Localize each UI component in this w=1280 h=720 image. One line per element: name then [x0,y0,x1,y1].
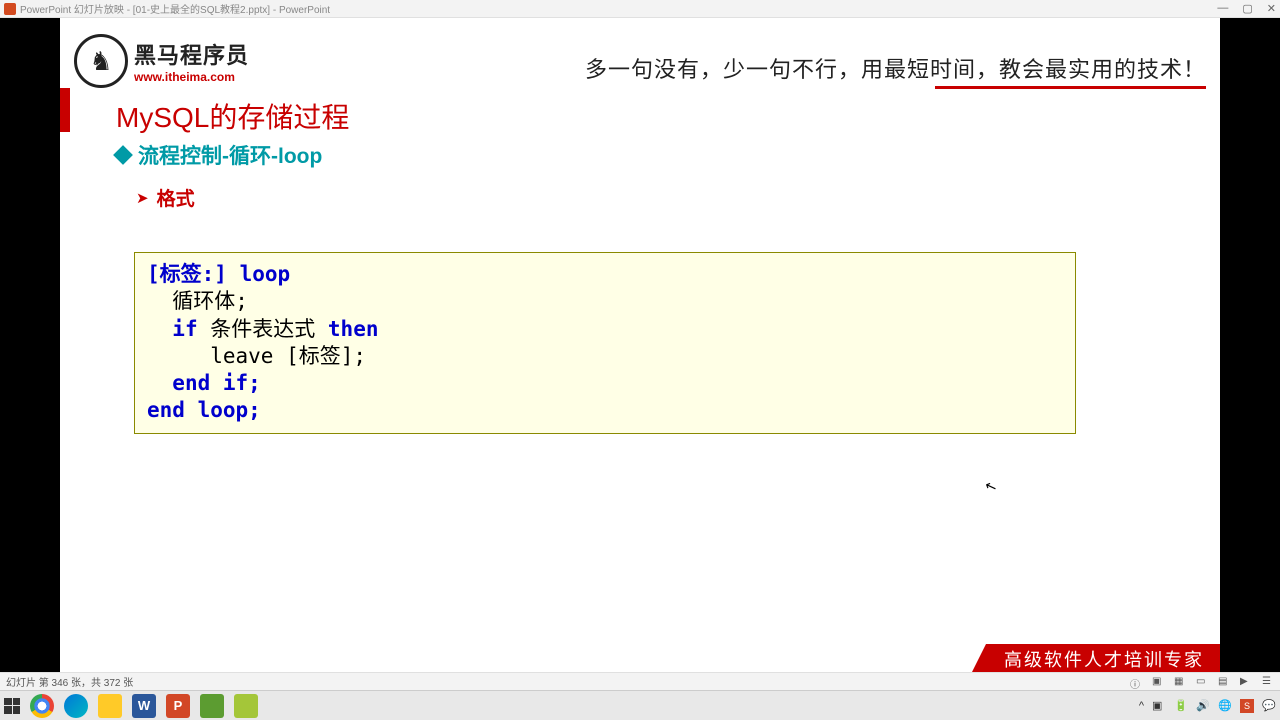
horse-logo-icon: ♞ [74,34,128,88]
minimize-button[interactable]: — [1217,2,1228,15]
file-explorer-icon[interactable] [98,694,122,718]
diamond-bullet-icon [113,145,133,165]
logo-cn: 黑马程序员 [134,38,249,70]
logo-url: www.itheima.com [134,70,249,84]
taskbar: W P ^ ▣ 🔋 🔊 🌐 S 💬 [0,690,1280,720]
reading-view-icon[interactable]: ▭ [1196,676,1208,688]
network-icon[interactable]: 🌐 [1218,699,1232,713]
notifications-icon[interactable]: 💬 [1262,699,1276,713]
slide-counter: 幻灯片 第 346 张，共 372 张 [6,674,133,689]
ime-icon[interactable]: S [1240,699,1254,713]
code-line-1: [标签:] loop [147,261,1063,288]
title-bar: PowerPoint 幻灯片放映 - [01-史上最全的SQL教程2.pptx]… [0,0,1280,18]
battery-icon[interactable]: 🔋 [1174,699,1188,713]
footer-ribbon: 高级软件人才培训专家 [972,644,1220,672]
logo-block: ♞ 黑马程序员 www.itheima.com [74,34,249,88]
code-line-3: if 条件表达式 then [147,316,1063,343]
maximize-button[interactable]: ▢ [1242,2,1252,15]
arrow-bullet-icon: ➤ [136,189,149,207]
slideshow-stage[interactable]: ♞ 黑马程序员 www.itheima.com 多一句没有，少一句不行，用最短时… [0,18,1280,672]
code-box: [标签:] loop 循环体; if 条件表达式 then leave [标签]… [134,252,1076,434]
code-line-2: 循环体; [147,288,1063,315]
slide: ♞ 黑马程序员 www.itheima.com 多一句没有，少一句不行，用最短时… [60,18,1220,672]
code-line-5: end if; [147,370,1063,397]
format-label-row: ➤ 格式 [136,184,195,211]
browser-icon[interactable] [64,694,88,718]
word-icon[interactable]: W [132,694,156,718]
subtitle-text: 流程控制-循环-loop [138,140,322,170]
slideshow-icon[interactable]: ▶ [1240,676,1252,688]
logo-text: 黑马程序员 www.itheima.com [134,38,249,84]
tagline: 多一句没有，少一句不行，用最短时间，教会最实用的技术！ [585,34,1206,84]
app-icon-1[interactable] [200,694,224,718]
chrome-icon[interactable] [30,694,54,718]
header-underline [935,86,1206,89]
start-button[interactable] [4,698,20,714]
volume-icon[interactable]: 🔊 [1196,699,1210,713]
sorter-view-icon[interactable]: ▦ [1174,676,1186,688]
powerpoint-taskbar-icon[interactable]: P [166,694,190,718]
subtitle-row: 流程控制-循环-loop [116,140,322,170]
slideshow-view-icon[interactable]: ▤ [1218,676,1230,688]
powerpoint-icon [4,3,16,15]
code-line-6: end loop; [147,397,1063,424]
status-right: ⓘ ▣ ▦ ▭ ▤ ▶ ☰ [1130,676,1274,688]
system-tray: ^ ▣ 🔋 🔊 🌐 S 💬 [1139,699,1276,713]
tray-app-icon[interactable]: ▣ [1152,699,1166,713]
close-button[interactable]: ✕ [1267,2,1276,15]
status-bar: 幻灯片 第 346 张，共 372 张 ⓘ ▣ ▦ ▭ ▤ ▶ ☰ [0,672,1280,690]
format-label: 格式 [157,184,195,211]
slide-title: MySQL的存储过程 [116,96,349,136]
info-icon[interactable]: ⓘ [1130,676,1142,688]
red-accent-bar [60,88,70,132]
normal-view-icon[interactable]: ▣ [1152,676,1164,688]
window-controls: — ▢ ✕ [1217,2,1276,15]
window-title: PowerPoint 幻灯片放映 - [01-史上最全的SQL教程2.pptx]… [20,1,1217,16]
mouse-cursor-icon: ↖ [982,477,999,497]
code-line-4: leave [标签]; [147,343,1063,370]
menu-icon[interactable]: ☰ [1262,676,1274,688]
app-icon-2[interactable] [234,694,258,718]
tray-chevron-icon[interactable]: ^ [1139,700,1144,712]
slide-header: ♞ 黑马程序员 www.itheima.com 多一句没有，少一句不行，用最短时… [74,34,1206,88]
